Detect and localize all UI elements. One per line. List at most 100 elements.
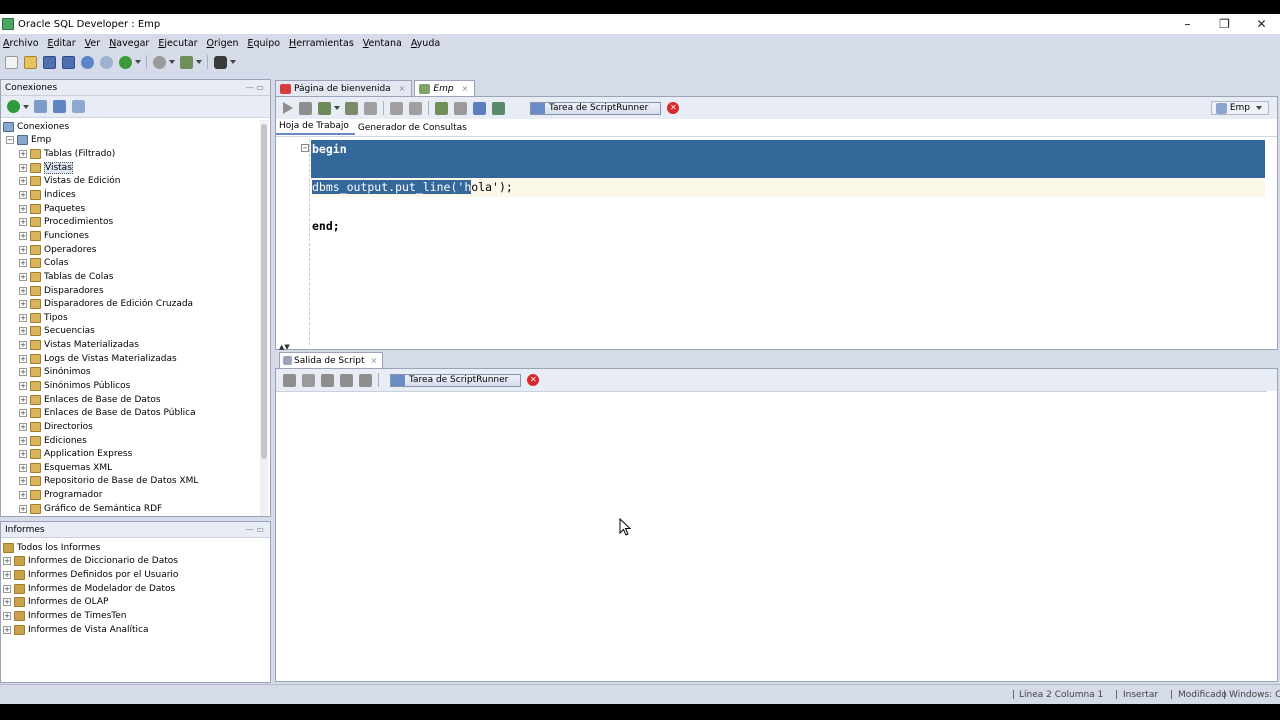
expand-icon[interactable]: + <box>19 463 27 472</box>
tree-item[interactable]: + Índices <box>1 188 270 202</box>
subtab-generador-de-consultas[interactable]: Generador de Consultas <box>355 123 473 133</box>
expand-icon[interactable]: + <box>19 491 27 500</box>
filter-icon[interactable] <box>53 100 66 113</box>
expand-icon[interactable]: + <box>19 395 27 404</box>
expand-icon[interactable]: + <box>19 218 27 227</box>
tree-item[interactable]: + Tablas (Filtrado) <box>1 147 270 161</box>
tree-item[interactable]: + Enlaces de Base de Datos Pública <box>1 406 270 420</box>
tree-item[interactable]: + Colas <box>1 256 270 270</box>
chevron-down-icon[interactable] <box>230 60 236 64</box>
expand-icon[interactable]: + <box>19 204 27 213</box>
close-tab-icon[interactable]: × <box>399 84 406 93</box>
tree-item[interactable]: + Vistas Materializadas <box>1 338 270 352</box>
tree-item[interactable]: + Logs de Vistas Materializadas <box>1 352 270 366</box>
tree-item[interactable]: + Esquemas XML <box>1 461 270 475</box>
menu-equipo[interactable]: Equipo <box>247 38 280 49</box>
code-line-1[interactable]: begin <box>311 140 1265 178</box>
tree-item[interactable]: + Repositorio de Base de Datos XML <box>1 475 270 489</box>
tree-item[interactable]: + Operadores <box>1 243 270 257</box>
code-line-2[interactable]: dbms_output.put_line('hola'); <box>311 178 1265 197</box>
tree-item[interactable]: + Programador <box>1 488 270 502</box>
report-item[interactable]: + Informes de TimesTen <box>1 609 270 623</box>
tree-item[interactable]: + Gráfico de Semántica RDF <box>1 502 270 516</box>
editor-scrollbar[interactable] <box>1268 139 1276 345</box>
chevron-down-icon[interactable] <box>334 106 340 110</box>
tree-root-connections[interactable]: Conexiones <box>1 120 270 134</box>
tab-emp[interactable]: Emp × <box>414 80 476 96</box>
chevron-down-icon[interactable] <box>169 60 175 64</box>
close-window-button[interactable]: ✕ <box>1243 14 1280 34</box>
expand-icon[interactable]: + <box>3 598 11 607</box>
redo-icon[interactable] <box>100 55 113 69</box>
expand-icon[interactable]: + <box>19 381 27 390</box>
save-output-icon[interactable] <box>321 373 334 387</box>
tree-item[interactable]: + Disparadores de Edición Cruzada <box>1 297 270 311</box>
eraser-icon[interactable] <box>454 101 467 115</box>
tree-item[interactable]: + Sinónimos Públicos <box>1 379 270 393</box>
tree-item[interactable]: + Vistas de Edición <box>1 175 270 189</box>
menu-origen[interactable]: Origen <box>207 38 239 49</box>
menu-ejecutar[interactable]: Ejecutar <box>158 38 197 49</box>
document-icon[interactable] <box>359 373 372 387</box>
expand-icon[interactable]: + <box>19 341 27 350</box>
explain-plan-icon[interactable] <box>364 101 377 115</box>
expand-icon[interactable]: + <box>19 313 27 322</box>
connections-scrollbar[interactable] <box>260 120 268 516</box>
output-scrollbar[interactable] <box>1268 391 1276 681</box>
report-item[interactable]: + Informes de Diccionario de Datos <box>1 555 270 569</box>
close-tab-icon[interactable]: × <box>462 84 469 93</box>
undo-icon[interactable] <box>81 55 94 69</box>
tree-item[interactable]: + Paquetes <box>1 202 270 216</box>
menu-ayuda[interactable]: Ayuda <box>411 38 440 49</box>
menu-ver[interactable]: Ver <box>85 38 101 49</box>
open-folder-icon[interactable] <box>24 55 37 69</box>
expand-icon[interactable]: + <box>19 477 27 486</box>
expand-icon[interactable]: + <box>19 177 27 186</box>
expand-icon[interactable]: + <box>19 409 27 418</box>
expand-icon[interactable]: + <box>19 259 27 268</box>
run-script-icon[interactable] <box>299 101 312 115</box>
subtab-hoja-de-trabajo[interactable]: Hoja de Trabajo <box>276 121 355 135</box>
expand-icon[interactable]: + <box>19 504 27 513</box>
menu-archivo[interactable]: Archivo <box>3 38 39 49</box>
report-item[interactable]: + Informes de Modelador de Datos <box>1 582 270 596</box>
tree-connection-emp[interactable]: − Emp <box>1 134 270 148</box>
run-statement-icon[interactable] <box>283 102 293 114</box>
forward-navigation-icon[interactable] <box>153 55 166 69</box>
schema-browser-icon[interactable] <box>72 100 85 113</box>
save-icon[interactable] <box>43 55 56 69</box>
tree-item[interactable]: + Secuencias <box>1 325 270 339</box>
back-navigation-icon[interactable] <box>119 55 132 69</box>
print-icon[interactable] <box>340 373 353 387</box>
report-item[interactable]: + Informes de Vista Analítica <box>1 623 270 637</box>
tree-item[interactable]: + Procedimientos <box>1 215 270 229</box>
eraser-icon[interactable] <box>302 373 315 387</box>
tree-item[interactable]: + Vistas <box>1 161 270 175</box>
tree-item[interactable]: + Application Express <box>1 447 270 461</box>
menu-ventana[interactable]: Ventana <box>363 38 402 49</box>
commit-icon[interactable] <box>318 101 331 115</box>
collapse-icon[interactable]: − <box>6 136 14 145</box>
cancel-task-icon[interactable]: ✕ <box>527 374 540 386</box>
refresh-icon[interactable] <box>34 100 47 113</box>
expand-icon[interactable]: + <box>19 327 27 336</box>
menu-navegar[interactable]: Navegar <box>109 38 149 49</box>
fold-collapse-icon[interactable]: − <box>301 144 309 152</box>
report-item[interactable]: + Informes Definidos por el Usuario <box>1 568 270 582</box>
tree-item[interactable]: + Enlaces de Base de Datos <box>1 393 270 407</box>
expand-icon[interactable]: + <box>3 571 11 580</box>
minimize-button[interactable]: – <box>1169 14 1206 34</box>
code-line-3[interactable]: end; <box>311 217 1265 236</box>
sql-history-icon[interactable] <box>435 101 448 115</box>
tree-item[interactable]: + Disparadores <box>1 284 270 298</box>
menu-editar[interactable]: Editar <box>48 38 76 49</box>
expand-icon[interactable]: + <box>19 436 27 445</box>
save-all-icon[interactable] <box>62 55 75 69</box>
expand-icon[interactable]: + <box>19 354 27 363</box>
new-file-icon[interactable] <box>5 55 18 69</box>
expand-icon[interactable]: + <box>19 368 27 377</box>
expand-icon[interactable]: + <box>19 163 27 172</box>
code-editor[interactable]: − begin dbms_output.put_line('hola'); en… <box>276 139 1277 345</box>
tree-item[interactable]: + Sinónimos <box>1 366 270 380</box>
scrollbar-thumb[interactable] <box>261 124 267 459</box>
